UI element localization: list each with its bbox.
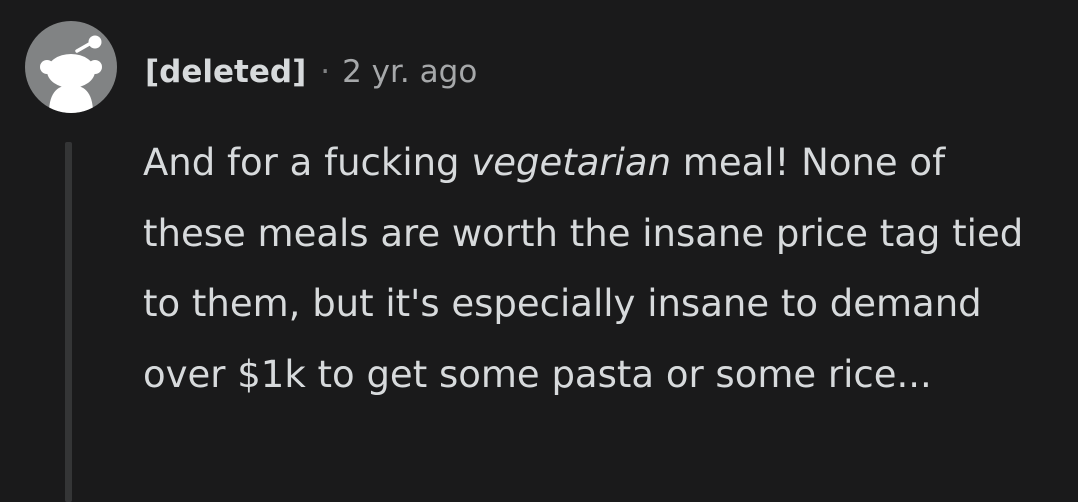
user-avatar[interactable] — [25, 21, 117, 113]
comment-timestamp[interactable]: 2 yr. ago — [342, 54, 477, 90]
author-username[interactable]: [deleted] — [145, 54, 306, 90]
comment: [deleted] · 2 yr. ago And for a fucking … — [0, 0, 1078, 502]
reddit-snoo-icon — [40, 35, 102, 113]
comment-text-emphasis: vegetarian — [471, 141, 672, 184]
comment-body: And for a fucking vegetarian meal! None … — [143, 128, 1043, 410]
comment-meta: [deleted] · 2 yr. ago — [145, 50, 477, 94]
meta-separator: · — [320, 54, 331, 90]
thread-collapse-line[interactable] — [65, 142, 72, 502]
comment-text-start: And for a fucking — [143, 141, 472, 184]
